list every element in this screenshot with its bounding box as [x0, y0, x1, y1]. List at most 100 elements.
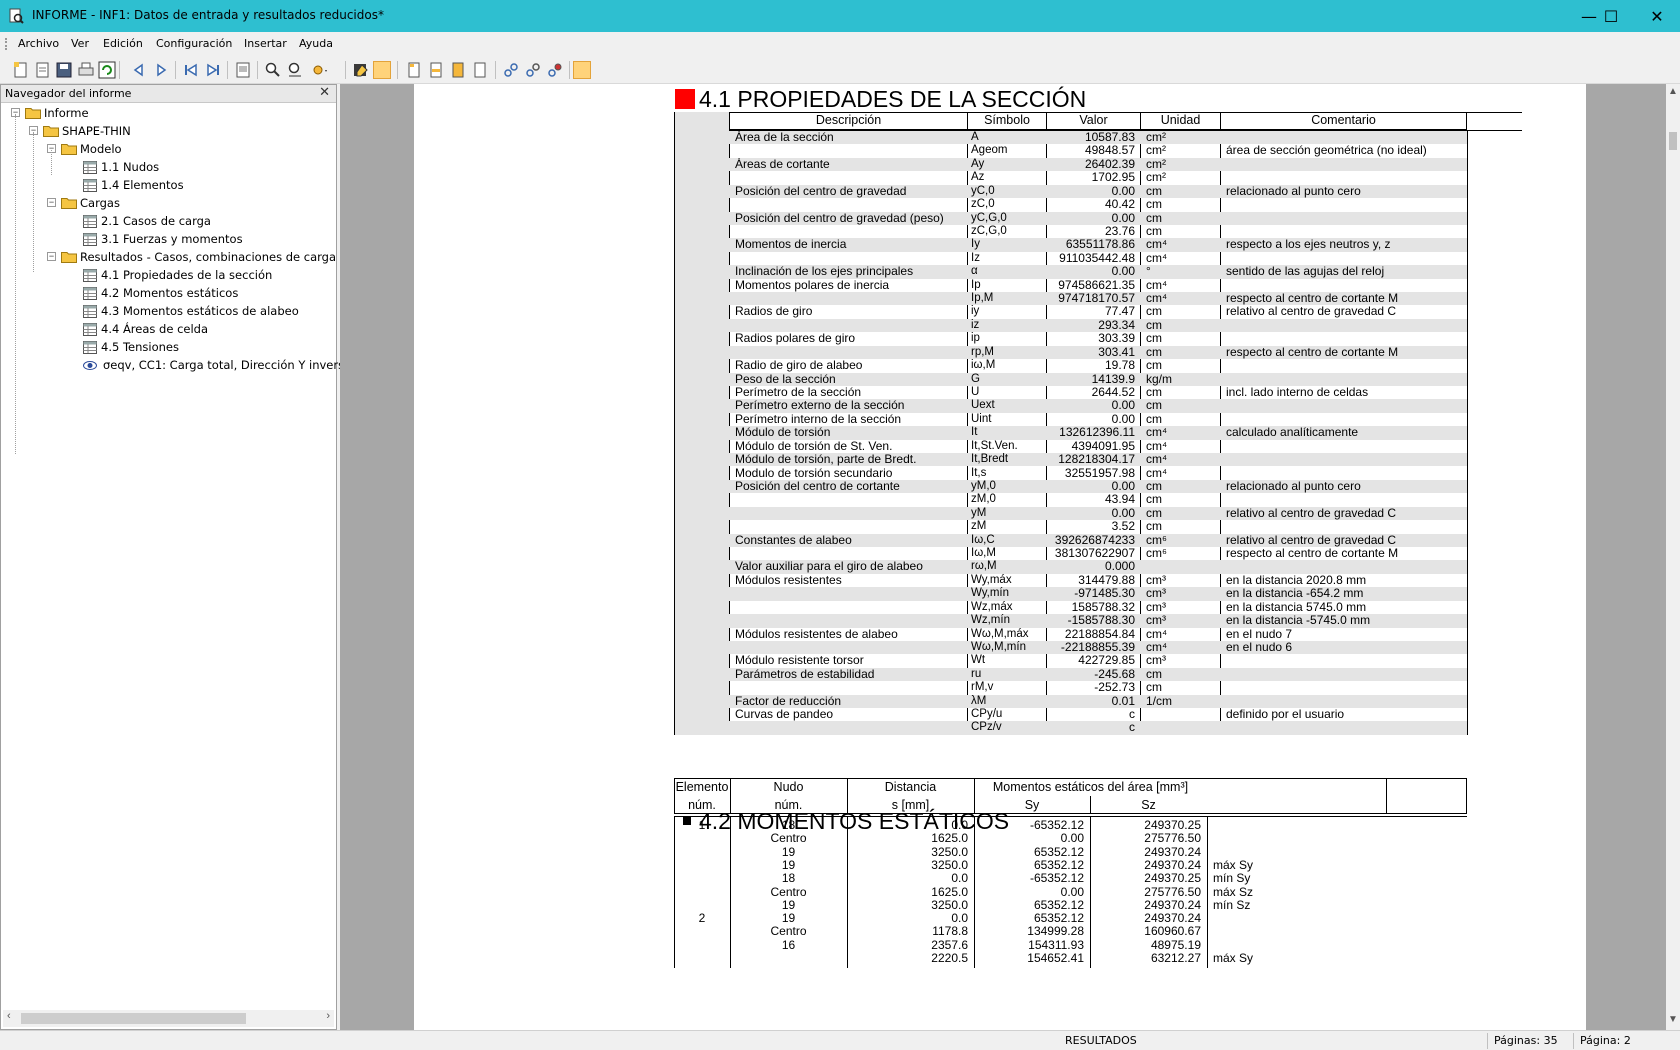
scroll-right-icon[interactable]: › — [326, 1010, 330, 1022]
menu-configuracion[interactable]: Configuración — [156, 37, 232, 50]
value-cell: 911035442.48 — [1059, 251, 1135, 265]
selection-mode-icon[interactable] — [373, 61, 391, 79]
distance-cell: 2357.6 — [931, 937, 968, 952]
tree-expander-icon[interactable]: − — [47, 198, 56, 207]
scroll-down-icon[interactable]: ▼ — [1668, 1014, 1678, 1025]
column-header: Comentario — [1220, 112, 1467, 130]
distance-cell: 0.0 — [951, 818, 968, 832]
folder-icon — [43, 126, 59, 137]
note-cell: máx Sz — [1213, 884, 1254, 899]
menu-ver[interactable]: Ver — [71, 37, 89, 50]
note-cell — [1207, 912, 1407, 925]
window-title: INFORME - INF1: Datos de entrada y resul… — [32, 8, 384, 22]
page-icon-1[interactable] — [405, 61, 423, 79]
new-report-icon[interactable] — [12, 61, 30, 79]
description-cell: Módulo de torsión, parte de Bredt. — [735, 453, 917, 467]
description-cell: Radios de giro — [735, 305, 813, 319]
table-icon — [83, 178, 97, 192]
link-icon-2[interactable] — [524, 61, 542, 79]
scrollbar-thumb[interactable] — [21, 1013, 246, 1024]
element-cell — [674, 899, 730, 912]
next-icon[interactable] — [152, 61, 170, 79]
link-icon-1[interactable] — [502, 61, 520, 79]
value-cell: 303.41 — [1098, 345, 1135, 359]
save-icon[interactable] — [55, 61, 73, 79]
value-cell: 22188854.84 — [1064, 627, 1135, 641]
scroll-left-icon[interactable]: ‹ — [7, 1010, 11, 1022]
previous-icon[interactable] — [130, 61, 148, 79]
value-cell: 4394091.95 — [1071, 439, 1135, 453]
report-app-icon — [9, 8, 24, 24]
menu-archivo[interactable]: Archivo — [18, 37, 59, 50]
page-icon-4[interactable] — [471, 61, 489, 79]
page-icon-3[interactable] — [449, 61, 467, 79]
description-cell — [729, 547, 967, 560]
element-cell — [674, 952, 730, 965]
column-header: Sz — [1141, 798, 1156, 812]
open-report-icon[interactable] — [34, 61, 52, 79]
value-cell: 0.00 — [1111, 399, 1135, 413]
unit-cell — [1140, 721, 1220, 734]
comment-cell: área de sección geométrica (no ideal) — [1226, 144, 1427, 158]
unit-cell: cm⁴ — [1146, 439, 1168, 453]
tree-item[interactable]: Resultados - Casos, combinaciones de car… — [61, 248, 336, 266]
zoom-area-icon[interactable] — [286, 61, 304, 79]
menu-edicion[interactable]: Edición — [103, 37, 143, 50]
tree-item[interactable]: Modelo — [61, 140, 122, 158]
tree-item[interactable]: 4.5 Tensiones — [83, 338, 179, 356]
symbol-cell: zM,0 — [971, 493, 996, 506]
menu-ayuda[interactable]: Ayuda — [299, 37, 333, 50]
link-icon-3[interactable] — [546, 61, 564, 79]
document-vertical-scrollbar[interactable]: ▲ ▼ — [1666, 84, 1680, 1030]
tree-expander-icon[interactable]: − — [47, 252, 56, 261]
tree-item[interactable]: Cargas — [61, 194, 120, 212]
unit-cell — [1140, 560, 1220, 573]
tree-item[interactable]: SHAPE-THIN — [43, 122, 131, 140]
toggle-view-icon[interactable] — [573, 61, 591, 79]
tree-item[interactable]: 2.1 Casos de carga — [83, 212, 211, 230]
close-button[interactable]: ✕ — [1634, 0, 1680, 32]
tree-item[interactable]: 3.1 Fuerzas y momentos — [83, 230, 243, 248]
description-cell — [729, 225, 967, 238]
unit-cell: cm³ — [1146, 587, 1166, 601]
value-cell: c — [1129, 721, 1135, 735]
tree-item-label: 3.1 Fuerzas y momentos — [101, 232, 243, 246]
comment-cell — [1220, 131, 1467, 144]
navigator-close-icon[interactable]: ✕ — [319, 85, 330, 100]
page-icon-2[interactable] — [427, 61, 445, 79]
maximize-button[interactable]: ☐ — [1588, 0, 1634, 32]
tree-item[interactable]: Informe — [25, 104, 89, 122]
distance-cell: 3250.0 — [931, 857, 968, 872]
print-icon[interactable] — [77, 61, 95, 79]
scroll-up-icon[interactable]: ▲ — [1668, 86, 1678, 97]
settings-dropdown-icon[interactable] — [310, 61, 328, 79]
tree-item-label: 4.5 Tensiones — [101, 340, 179, 354]
page-setup-icon[interactable] — [234, 61, 252, 79]
menu-insertar[interactable]: Insertar — [244, 37, 287, 50]
navigator-horizontal-scrollbar[interactable]: ‹ › — [3, 1010, 334, 1027]
last-page-icon[interactable] — [204, 61, 222, 79]
symbol-cell: It,Bredt — [971, 453, 1009, 466]
tree-item[interactable]: 4.1 Propiedades de la sección — [83, 266, 272, 284]
comment-cell — [1220, 413, 1467, 426]
zoom-icon[interactable] — [264, 61, 282, 79]
description-cell: Áreas de cortante — [735, 157, 830, 171]
first-page-icon[interactable] — [182, 61, 200, 79]
tree-item[interactable]: 4.3 Momentos estáticos de alabeo — [83, 302, 299, 320]
tree-item[interactable]: 1.1 Nudos — [83, 158, 159, 176]
sz-cell: 249370.24 — [1144, 911, 1201, 926]
edit-pencil-icon[interactable] — [352, 61, 370, 79]
comment-cell: respecto al centro de cortante M — [1226, 345, 1399, 359]
tree-item[interactable]: 1.4 Elementos — [83, 176, 184, 194]
comment-cell: en el nudo 6 — [1226, 640, 1293, 654]
menu-bar: Archivo Ver Edición Configuración Insert… — [0, 32, 1680, 54]
tree-item[interactable]: 4.2 Momentos estáticos — [83, 284, 238, 302]
tree-item[interactable]: 4.4 Áreas de celda — [83, 320, 208, 338]
column-header: núm. — [774, 798, 803, 812]
column-header: Sy — [1024, 798, 1040, 812]
refresh-icon[interactable] — [98, 61, 116, 79]
scrollbar-thumb[interactable] — [1669, 132, 1677, 150]
tree-item[interactable]: σeqv, CC1: Carga total, Dirección Y inve… — [83, 356, 351, 374]
unit-cell: cm — [1146, 667, 1162, 681]
column-header: Unidad — [1140, 112, 1220, 130]
